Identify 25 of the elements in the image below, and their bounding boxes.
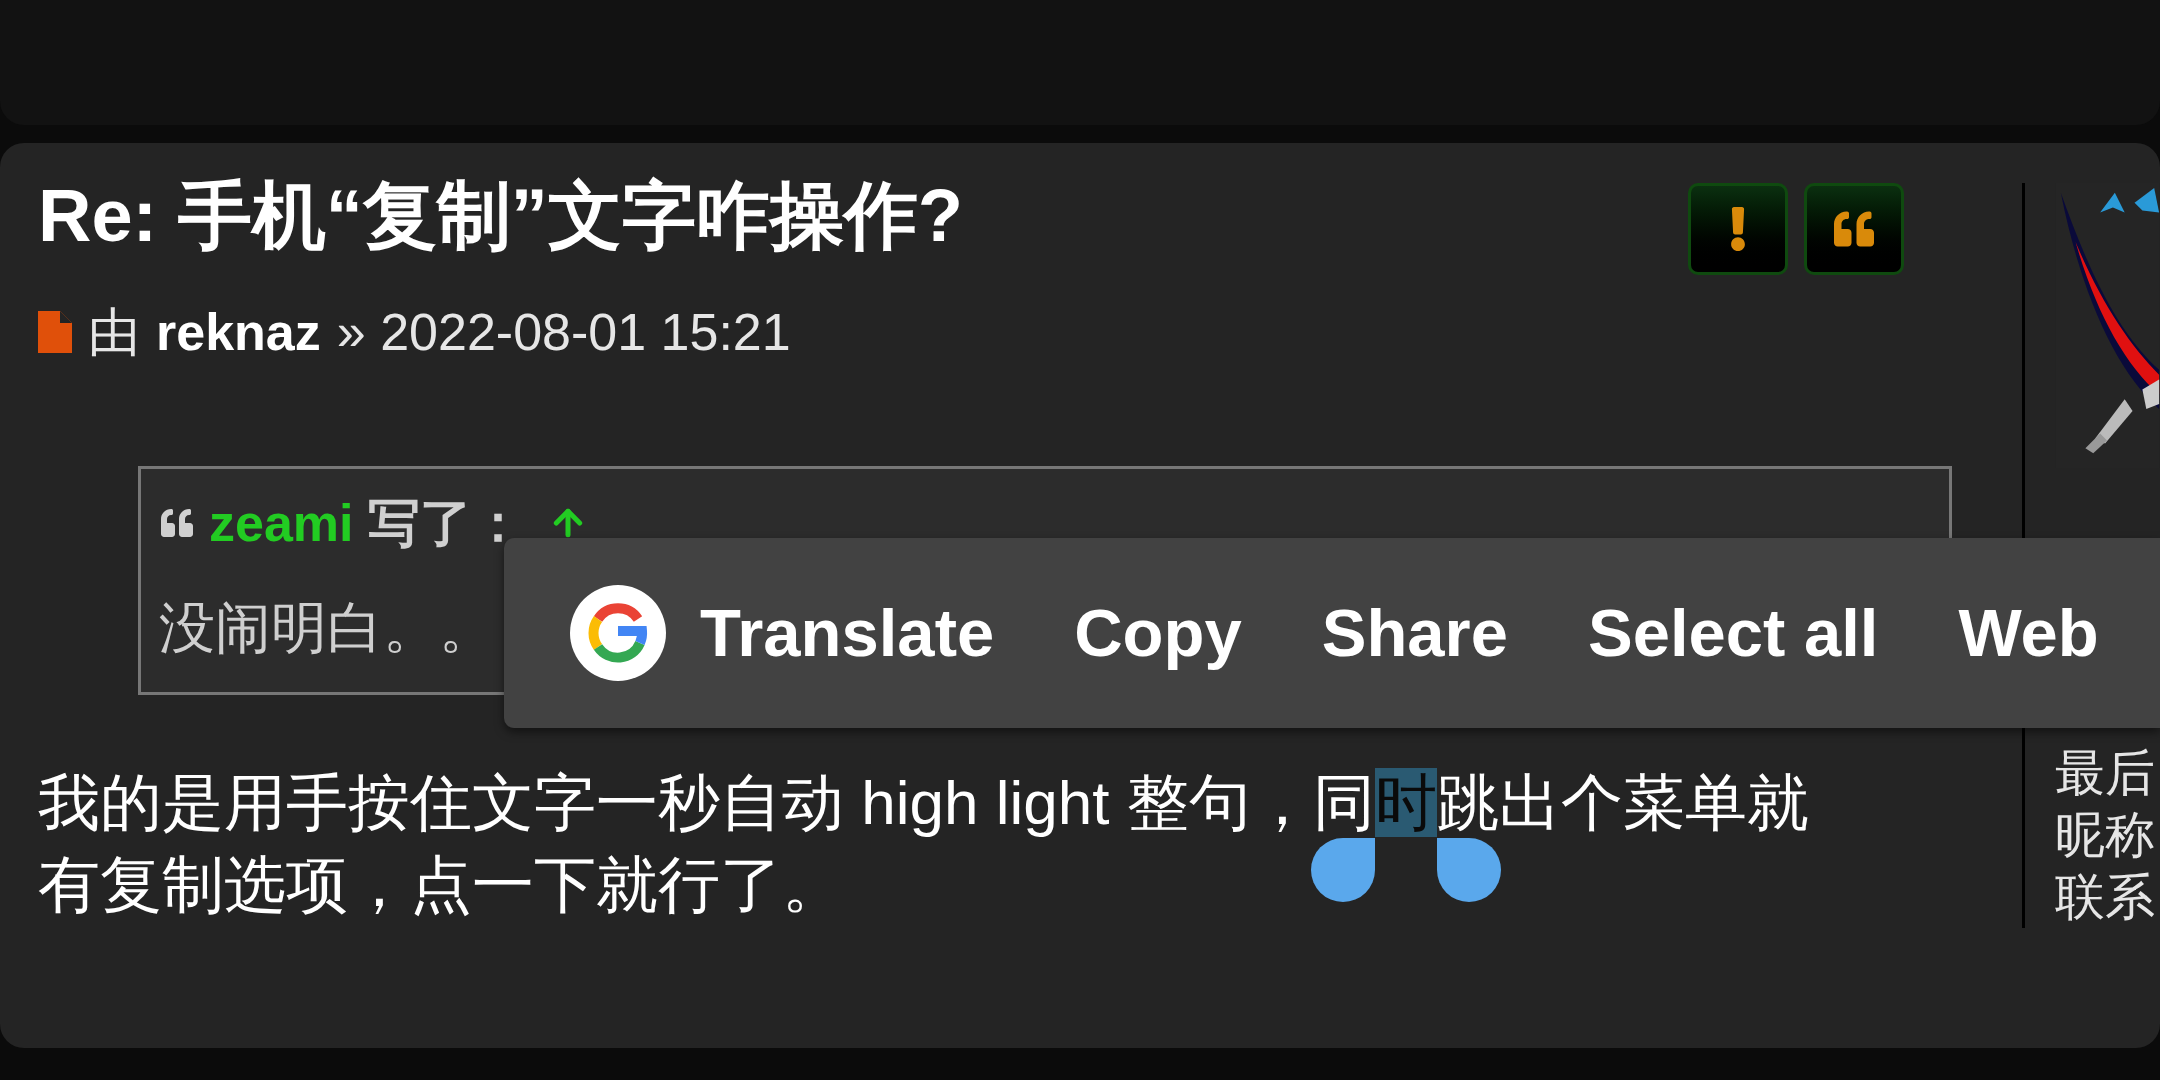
menu-item[interactable]: Copy [1074, 582, 1242, 684]
quote-text: 没闹明白。。 [159, 596, 495, 659]
profile-field-label: 最后 [2055, 744, 2156, 803]
translate-logo-icon [570, 585, 666, 681]
menu-item[interactable]: Select all [1587, 582, 1879, 684]
menu-item[interactable]: Translate [570, 582, 995, 684]
author-link[interactable]: reknaz [156, 302, 321, 362]
profile-field-label: 联系 [2055, 868, 2156, 927]
quote-icon [1832, 209, 1876, 249]
report-button[interactable] [1688, 183, 1788, 275]
post-meta-prefix: 由 [88, 302, 140, 362]
post-text: 我的是用手按住文字一秒自动 high light 整句，同 [38, 768, 1375, 837]
quote-icon [159, 507, 195, 539]
post-date: » 2022-08-01 15:21 [336, 302, 791, 362]
quote-author-link[interactable]: zeami [209, 493, 354, 553]
post-text: 有复制选项，点一下就行了。 [38, 850, 844, 919]
profile-field-label: 昵称 [2055, 806, 2156, 865]
document-icon [38, 311, 72, 353]
post-text: 跳出个菜单就 [1436, 768, 1809, 837]
menu-item[interactable]: Share [1321, 582, 1508, 684]
post-title: Re: 手机“复制”文字咋操作? [38, 173, 963, 259]
selected-text: 时 [1374, 768, 1437, 837]
quote-button[interactable] [1804, 183, 1904, 275]
menu-item[interactable]: Web [1958, 582, 2099, 684]
quote-wrote-label: 写了： [367, 493, 524, 553]
